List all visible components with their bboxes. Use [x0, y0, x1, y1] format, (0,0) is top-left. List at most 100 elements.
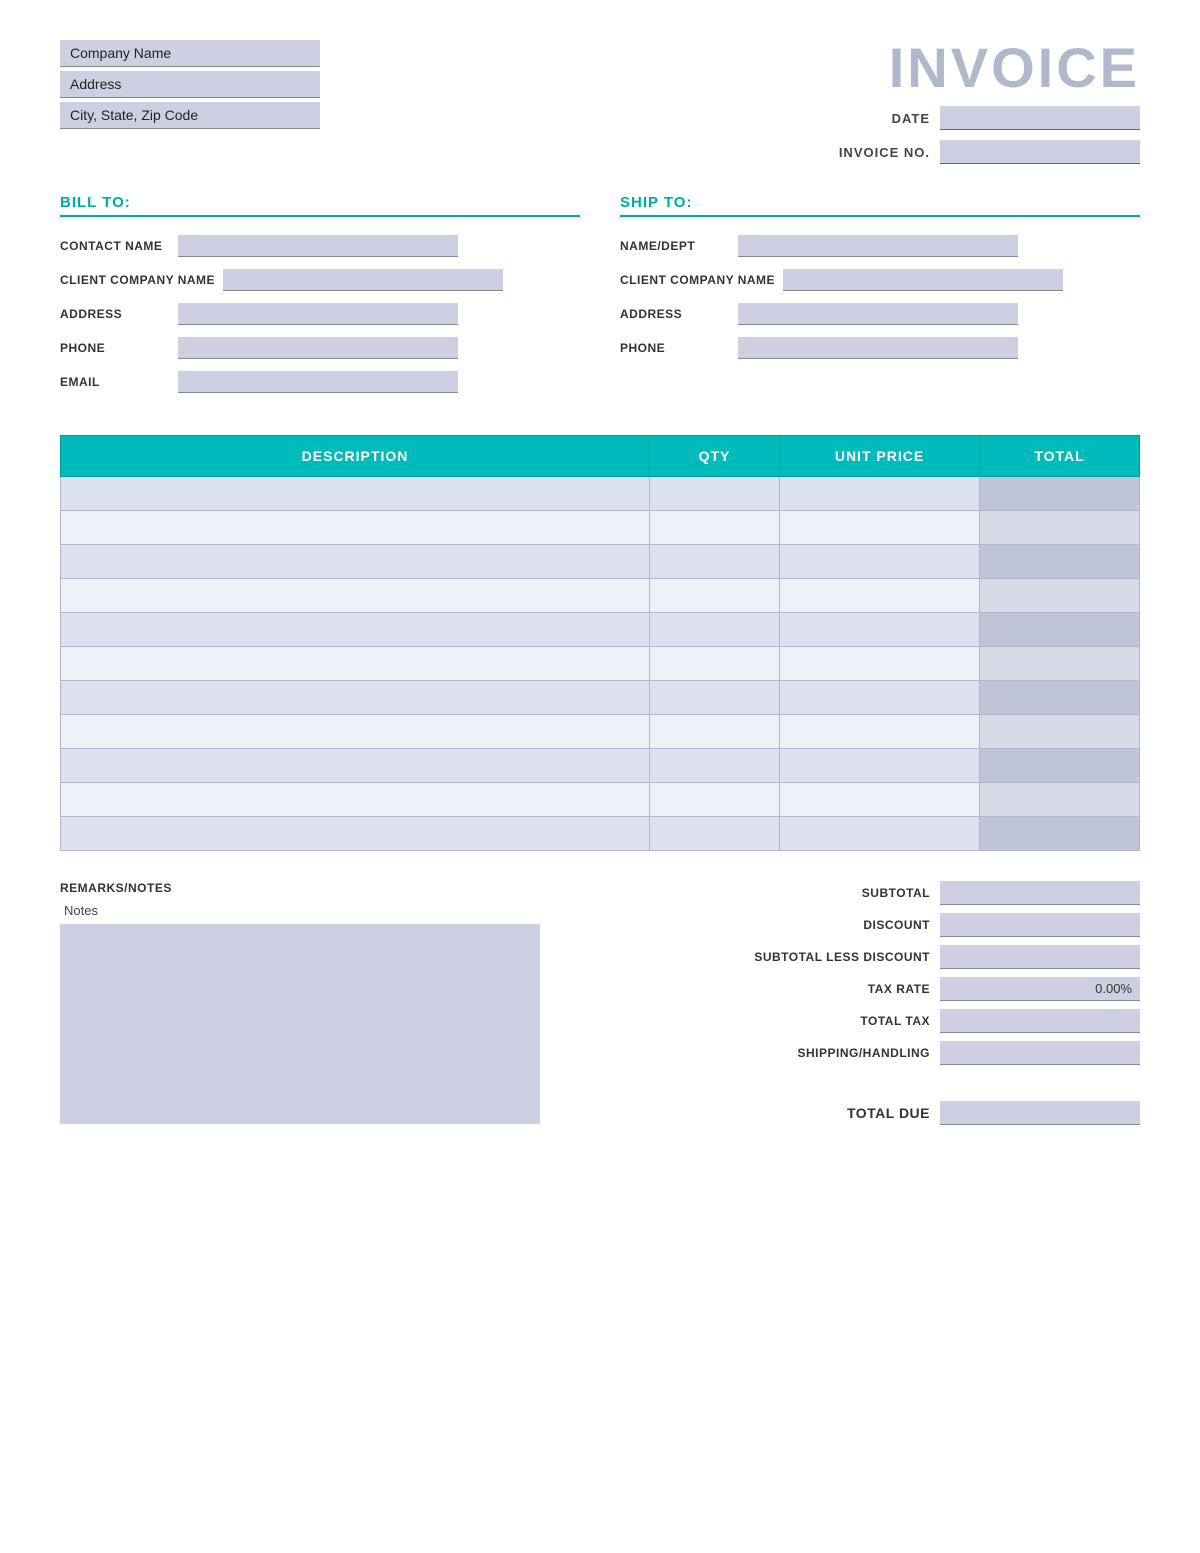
table-cell-desc-10[interactable]	[61, 817, 650, 851]
table-cell-total-4[interactable]	[980, 613, 1140, 647]
table-cell-desc-0[interactable]	[61, 477, 650, 511]
bill-email-input[interactable]	[178, 371, 458, 393]
date-row: DATE	[830, 106, 1140, 130]
ship-name-label: NAME/DEPT	[620, 239, 730, 253]
table-cell-desc-2[interactable]	[61, 545, 650, 579]
table-cell-total-6[interactable]	[980, 681, 1140, 715]
bill-company-input[interactable]	[223, 269, 503, 291]
invoice-right: INVOICE DATE INVOICE NO.	[830, 40, 1140, 164]
bill-email-label: EMAIL	[60, 375, 170, 389]
bill-address-label: ADDRESS	[60, 307, 170, 321]
tax-rate-value[interactable]: 0.00%	[940, 977, 1140, 1001]
ship-company-input[interactable]	[783, 269, 1063, 291]
ship-name-input[interactable]	[738, 235, 1018, 257]
ship-address-label: ADDRESS	[620, 307, 730, 321]
total-due-input[interactable]	[940, 1101, 1140, 1125]
ship-phone-input[interactable]	[738, 337, 1018, 359]
table-cell-total-2[interactable]	[980, 545, 1140, 579]
table-header-row: DESCRIPTION QTY UNIT PRICE TOTAL	[61, 436, 1140, 477]
table-cell-desc-8[interactable]	[61, 749, 650, 783]
table-cell-price-4[interactable]	[780, 613, 980, 647]
table-cell-total-8[interactable]	[980, 749, 1140, 783]
company-address-field[interactable]: Address	[60, 71, 320, 98]
table-cell-price-0[interactable]	[780, 477, 980, 511]
shipping-label: SHIPPING/HANDLING	[730, 1046, 930, 1060]
table-cell-price-3[interactable]	[780, 579, 980, 613]
ship-address-input[interactable]	[738, 303, 1018, 325]
tax-rate-label: TAX RATE	[730, 982, 930, 996]
table-cell-qty-10[interactable]	[650, 817, 780, 851]
table-cell-total-5[interactable]	[980, 647, 1140, 681]
subtotal-input[interactable]	[940, 881, 1140, 905]
bill-contact-label: CONTACT NAME	[60, 239, 170, 253]
table-cell-price-9[interactable]	[780, 783, 980, 817]
billing-section: BILL TO: CONTACT NAME CLIENT COMPANY NAM…	[60, 194, 1140, 405]
table-cell-total-9[interactable]	[980, 783, 1140, 817]
header: Company Name Address City, State, Zip Co…	[60, 40, 1140, 164]
table-row	[61, 511, 1140, 545]
date-label: DATE	[830, 111, 930, 126]
total-tax-input[interactable]	[940, 1009, 1140, 1033]
table-cell-price-2[interactable]	[780, 545, 980, 579]
table-cell-qty-2[interactable]	[650, 545, 780, 579]
table-cell-desc-1[interactable]	[61, 511, 650, 545]
discount-row: DISCOUNT	[580, 913, 1140, 937]
invoice-no-input[interactable]	[940, 140, 1140, 164]
table-cell-total-0[interactable]	[980, 477, 1140, 511]
ship-company-label: CLIENT COMPANY NAME	[620, 273, 775, 287]
notes-area[interactable]	[60, 924, 540, 1124]
table-cell-qty-7[interactable]	[650, 715, 780, 749]
table-row	[61, 681, 1140, 715]
bill-phone-label: PHONE	[60, 341, 170, 355]
ship-name-row: NAME/DEPT	[620, 235, 1140, 257]
table-cell-total-10[interactable]	[980, 817, 1140, 851]
shipping-input[interactable]	[940, 1041, 1140, 1065]
bill-email-row: EMAIL	[60, 371, 580, 393]
bill-address-input[interactable]	[178, 303, 458, 325]
table-cell-price-6[interactable]	[780, 681, 980, 715]
discount-input[interactable]	[940, 913, 1140, 937]
notes-col: REMARKS/NOTES Notes	[60, 881, 540, 1124]
table-cell-qty-5[interactable]	[650, 647, 780, 681]
total-due-label: TOTAL DUE	[730, 1105, 930, 1121]
table-cell-price-8[interactable]	[780, 749, 980, 783]
bill-contact-input[interactable]	[178, 235, 458, 257]
table-cell-desc-4[interactable]	[61, 613, 650, 647]
table-cell-qty-0[interactable]	[650, 477, 780, 511]
table-cell-desc-6[interactable]	[61, 681, 650, 715]
table-cell-qty-6[interactable]	[650, 681, 780, 715]
subtotal-row: SUBTOTAL	[580, 881, 1140, 905]
subtotal-less-discount-row: SUBTOTAL LESS DISCOUNT	[580, 945, 1140, 969]
table-cell-qty-3[interactable]	[650, 579, 780, 613]
table-row	[61, 783, 1140, 817]
table-cell-price-1[interactable]	[780, 511, 980, 545]
table-cell-desc-5[interactable]	[61, 647, 650, 681]
table-cell-qty-1[interactable]	[650, 511, 780, 545]
company-name-field[interactable]: Company Name	[60, 40, 320, 67]
table-cell-price-7[interactable]	[780, 715, 980, 749]
table-cell-price-5[interactable]	[780, 647, 980, 681]
invoice-no-row: INVOICE NO.	[830, 140, 1140, 164]
bill-phone-input[interactable]	[178, 337, 458, 359]
table-cell-qty-4[interactable]	[650, 613, 780, 647]
date-input[interactable]	[940, 106, 1140, 130]
table-row	[61, 477, 1140, 511]
table-cell-desc-3[interactable]	[61, 579, 650, 613]
table-cell-total-3[interactable]	[980, 579, 1140, 613]
table-cell-total-1[interactable]	[980, 511, 1140, 545]
table-cell-total-7[interactable]	[980, 715, 1140, 749]
totals-spacer	[580, 1073, 1140, 1093]
bottom-section: REMARKS/NOTES Notes SUBTOTAL DISCOUNT SU…	[60, 881, 1140, 1125]
ship-company-row: CLIENT COMPANY NAME	[620, 269, 1140, 291]
bill-to-col: BILL TO: CONTACT NAME CLIENT COMPANY NAM…	[60, 194, 580, 405]
ship-to-col: SHIP TO: NAME/DEPT CLIENT COMPANY NAME A…	[620, 194, 1140, 405]
subtotal-less-discount-input[interactable]	[940, 945, 1140, 969]
table-cell-price-10[interactable]	[780, 817, 980, 851]
company-city-field[interactable]: City, State, Zip Code	[60, 102, 320, 129]
discount-label: DISCOUNT	[730, 918, 930, 932]
table-cell-desc-9[interactable]	[61, 783, 650, 817]
table-cell-qty-9[interactable]	[650, 783, 780, 817]
table-cell-desc-7[interactable]	[61, 715, 650, 749]
table-cell-qty-8[interactable]	[650, 749, 780, 783]
company-info: Company Name Address City, State, Zip Co…	[60, 40, 320, 129]
